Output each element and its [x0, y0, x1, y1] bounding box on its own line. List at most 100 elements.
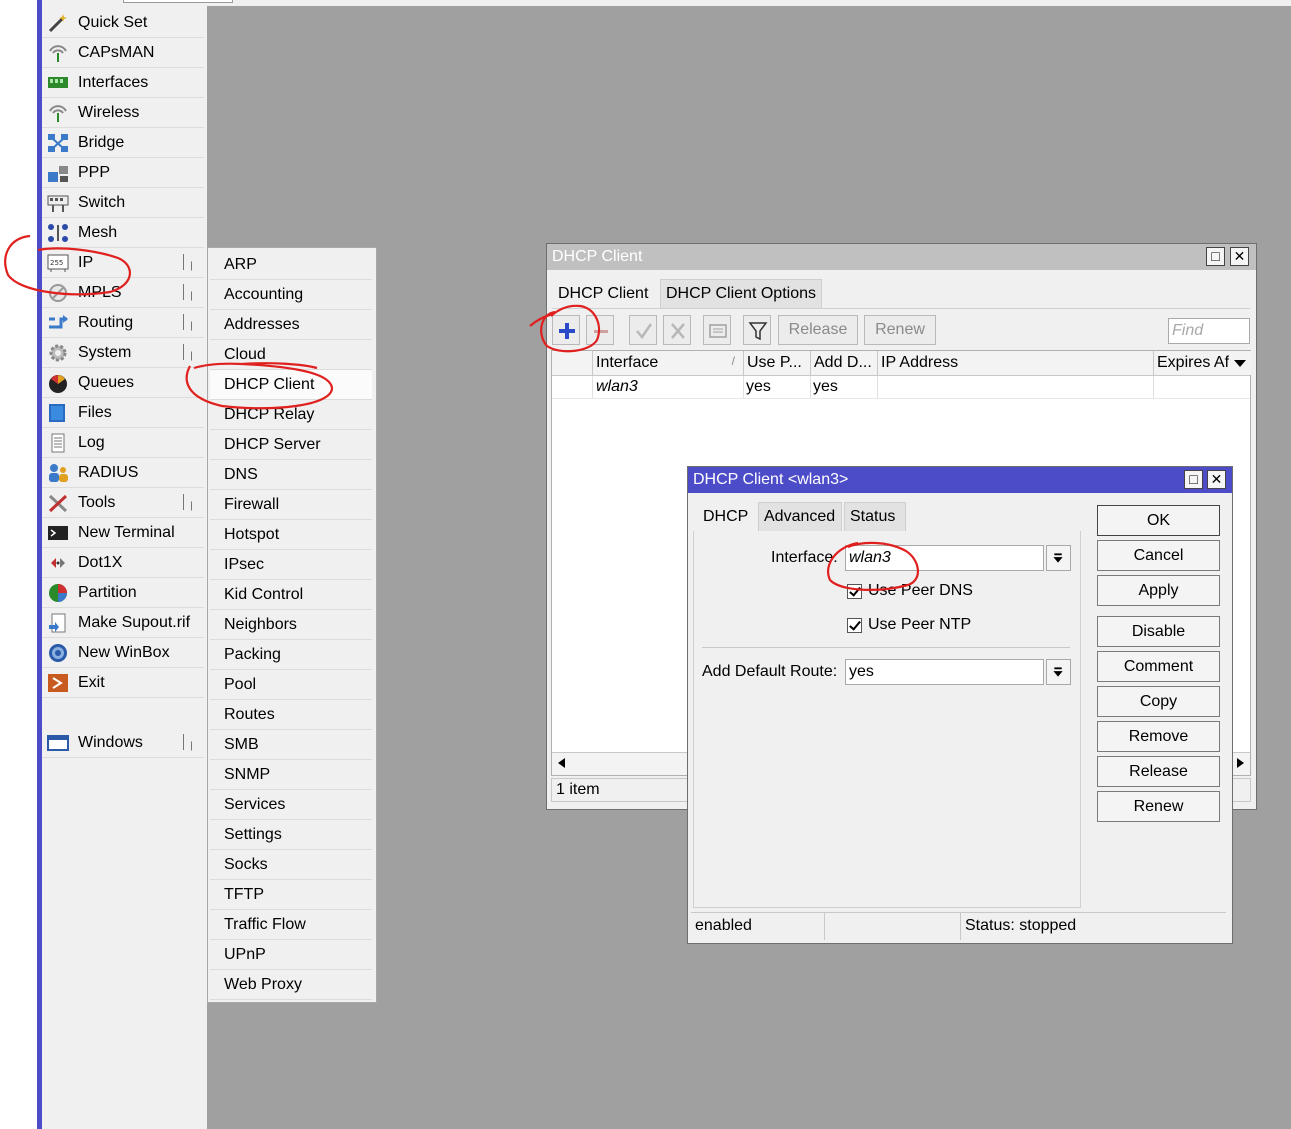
submenu-item-dhcp-relay[interactable]: DHCP Relay	[210, 400, 372, 430]
release-button[interactable]: Release	[778, 315, 858, 345]
disable-button[interactable]: Disable	[1097, 616, 1220, 647]
interface-dropdown-button[interactable]	[1046, 545, 1071, 571]
menu-item-wireless[interactable]: Wireless	[42, 98, 204, 128]
submenu-item-hotspot[interactable]: Hotspot	[210, 520, 372, 550]
menu-item-bridge[interactable]: Bridge	[42, 128, 204, 158]
submenu-item-socks[interactable]: Socks	[210, 850, 372, 880]
table-row[interactable]: wlan3 yes yes	[552, 376, 1250, 399]
maximize-icon[interactable]: □	[1206, 247, 1225, 266]
close-icon[interactable]: ✕	[1230, 247, 1249, 266]
filter-button[interactable]	[743, 315, 771, 345]
column-label: Use P...	[747, 354, 802, 371]
submenu-item-accounting[interactable]: Accounting	[210, 280, 372, 310]
submenu-item-tftp[interactable]: TFTP	[210, 880, 372, 910]
submenu-item-smb[interactable]: SMB	[210, 730, 372, 760]
dhcp-client-titlebar[interactable]: DHCP Client □ ✕	[547, 244, 1256, 270]
close-icon[interactable]: ✕	[1207, 470, 1226, 489]
column-header-ip-address[interactable]: IP Address	[877, 351, 1154, 375]
dhcp-detail-titlebar[interactable]: DHCP Client <wlan3> □ ✕	[688, 467, 1232, 493]
submenu-item-dhcp-client[interactable]: DHCP Client	[210, 370, 372, 400]
menu-item-routing[interactable]: Routing	[42, 308, 204, 338]
submenu-item-routes[interactable]: Routes	[210, 700, 372, 730]
submenu-item-neighbors[interactable]: Neighbors	[210, 610, 372, 640]
menu-item-mesh[interactable]: Mesh	[42, 218, 204, 248]
cancel-button[interactable]: Cancel	[1097, 540, 1220, 571]
menu-item-system[interactable]: System	[42, 338, 204, 368]
submenu-item-dns[interactable]: DNS	[210, 460, 372, 490]
menu-item-radius[interactable]: RADIUS	[42, 458, 204, 488]
menu-item-new-winbox[interactable]: New WinBox	[42, 638, 204, 668]
submenu-item-services[interactable]: Services	[210, 790, 372, 820]
menu-item-partition[interactable]: Partition	[42, 578, 204, 608]
column-header-use-peer[interactable]: Use P...	[743, 351, 810, 375]
submenu-item-traffic-flow[interactable]: Traffic Flow	[210, 910, 372, 940]
menu-item-make-supout[interactable]: Make Supout.rif	[42, 608, 204, 638]
comment-button[interactable]: Comment	[1097, 651, 1220, 682]
use-peer-dns-checkbox[interactable]	[847, 584, 862, 599]
tab-divider	[552, 308, 1250, 309]
add-default-route-dropdown-button[interactable]	[1046, 659, 1071, 685]
submenu-item-label: Pool	[224, 676, 257, 693]
menu-item-windows[interactable]: Windows	[42, 728, 204, 758]
copy-button[interactable]: Copy	[1097, 686, 1220, 717]
menu-item-switch[interactable]: Switch	[42, 188, 204, 218]
apply-button[interactable]: Apply	[1097, 575, 1220, 606]
use-peer-ntp-checkbox[interactable]	[847, 618, 862, 633]
submenu-item-web-proxy[interactable]: Web Proxy	[210, 970, 372, 1000]
find-input[interactable]: Find	[1168, 318, 1250, 344]
ok-button[interactable]: OK	[1097, 505, 1220, 536]
scroll-right-icon[interactable]	[1235, 756, 1247, 775]
column-menu-icon[interactable]	[1229, 351, 1251, 375]
submenu-item-snmp[interactable]: SNMP	[210, 760, 372, 790]
menu-item-interfaces[interactable]: Interfaces	[42, 68, 204, 98]
tab-dhcp[interactable]: DHCP	[694, 502, 756, 531]
scroll-left-icon[interactable]	[555, 756, 567, 775]
main-menu: Quick Set CAPsMAN Interfaces Wireless Br…	[42, 6, 207, 1129]
menu-item-tools[interactable]: Tools	[42, 488, 204, 518]
tab-dhcp-client[interactable]: DHCP Client	[552, 279, 658, 308]
submenu-item-firewall[interactable]: Firewall	[210, 490, 372, 520]
menu-item-log[interactable]: Log	[42, 428, 204, 458]
submenu-item-arp[interactable]: ARP	[210, 250, 372, 280]
release-button[interactable]: Release	[1097, 756, 1220, 787]
renew-button[interactable]: Renew	[864, 315, 936, 345]
window-title: DHCP Client	[552, 248, 643, 265]
enable-button[interactable]	[629, 315, 657, 345]
tab-panel: Interface: wlan3 Use Peer DNS Use Peer N…	[693, 531, 1081, 908]
interface-select[interactable]: wlan3	[845, 545, 1044, 571]
menu-item-queues[interactable]: Queues	[42, 368, 204, 398]
submenu-item-addresses[interactable]: Addresses	[210, 310, 372, 340]
remove-button[interactable]: Remove	[1097, 721, 1220, 752]
tab-label: DHCP	[703, 508, 749, 525]
submenu-item-kid-control[interactable]: Kid Control	[210, 580, 372, 610]
column-header-expires[interactable]: Expires Af	[1153, 351, 1251, 375]
submenu-item-ipsec[interactable]: IPsec	[210, 550, 372, 580]
comment-button[interactable]	[703, 315, 731, 345]
menu-item-quick-set[interactable]: Quick Set	[42, 8, 204, 38]
tab-advanced[interactable]: Advanced	[758, 502, 842, 531]
menu-item-capsman[interactable]: CAPsMAN	[42, 38, 204, 68]
submenu-item-dhcp-server[interactable]: DHCP Server	[210, 430, 372, 460]
submenu-item-cloud[interactable]: Cloud	[210, 340, 372, 370]
column-header-interface[interactable]: Interface /	[592, 351, 743, 375]
menu-item-files[interactable]: Files	[42, 398, 204, 428]
menu-item-new-terminal[interactable]: New Terminal	[42, 518, 204, 548]
menu-item-ppp[interactable]: PPP	[42, 158, 204, 188]
submenu-item-packing[interactable]: Packing	[210, 640, 372, 670]
menu-item-ip[interactable]: 255 IP	[42, 248, 204, 278]
remove-button[interactable]	[586, 315, 614, 345]
add-button[interactable]	[552, 315, 580, 345]
add-default-route-select[interactable]: yes	[845, 659, 1044, 685]
submenu-item-upnp[interactable]: UPnP	[210, 940, 372, 970]
tab-status[interactable]: Status	[844, 502, 906, 531]
menu-item-dot1x[interactable]: Dot1X	[42, 548, 204, 578]
menu-item-mpls[interactable]: MPLS	[42, 278, 204, 308]
menu-item-exit[interactable]: Exit	[42, 668, 204, 698]
maximize-icon[interactable]: □	[1184, 470, 1203, 489]
submenu-item-pool[interactable]: Pool	[210, 670, 372, 700]
disable-button[interactable]	[663, 315, 691, 345]
column-header-add-default[interactable]: Add D...	[810, 351, 877, 375]
tab-dhcp-client-options[interactable]: DHCP Client Options	[660, 279, 822, 308]
submenu-item-settings[interactable]: Settings	[210, 820, 372, 850]
renew-button[interactable]: Renew	[1097, 791, 1220, 822]
